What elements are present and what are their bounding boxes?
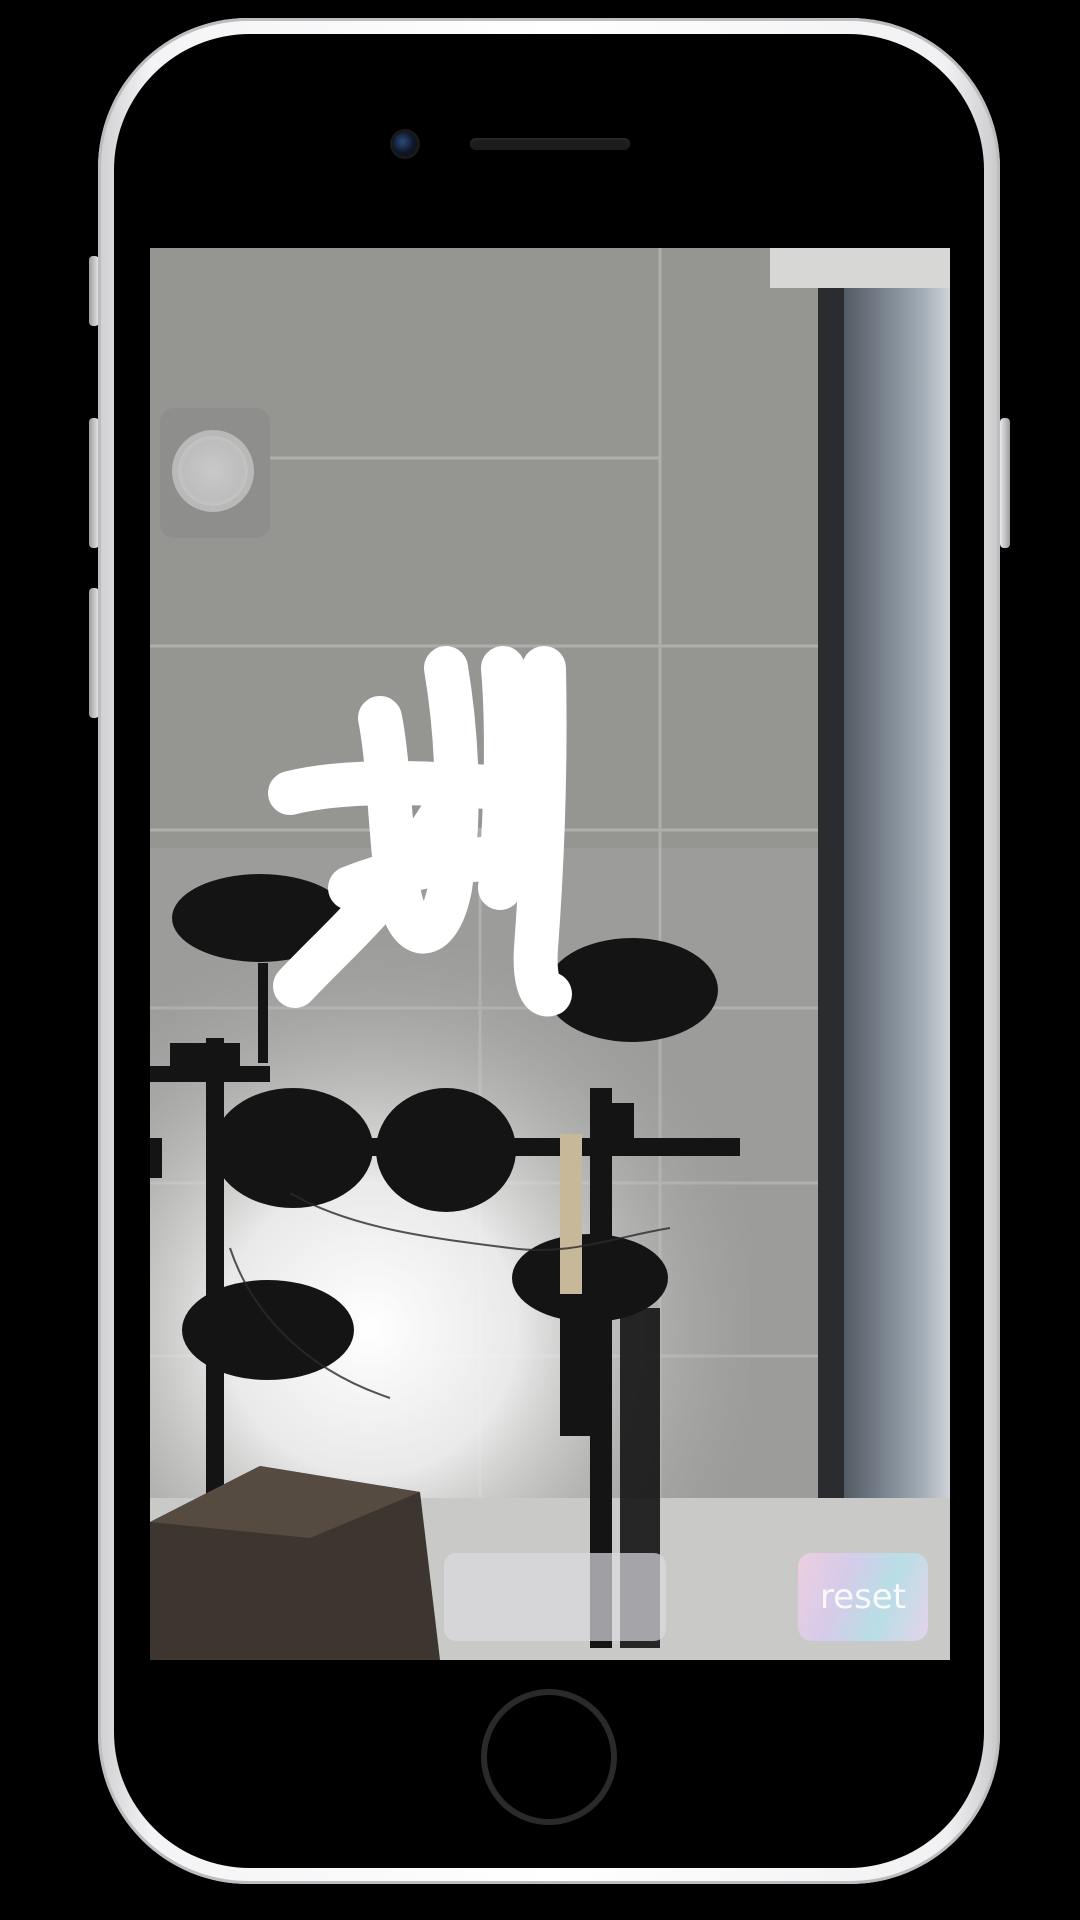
capture-panel[interactable]	[160, 408, 270, 538]
power-button	[1000, 418, 1010, 548]
ar-camera-view[interactable]: reset	[150, 248, 950, 1660]
earpiece-speaker	[470, 138, 630, 150]
home-button-icon[interactable]	[481, 1689, 617, 1825]
camera-scene	[150, 248, 950, 1660]
capture-button-icon[interactable]	[178, 436, 248, 506]
app-stage: reset	[0, 0, 1080, 1920]
front-camera-icon	[393, 132, 417, 156]
record-control[interactable]	[444, 1553, 666, 1641]
drum-pad	[213, 1088, 373, 1208]
cymbal-right	[546, 938, 718, 1042]
reset-button[interactable]: reset	[798, 1553, 928, 1641]
curtain	[840, 278, 950, 1518]
